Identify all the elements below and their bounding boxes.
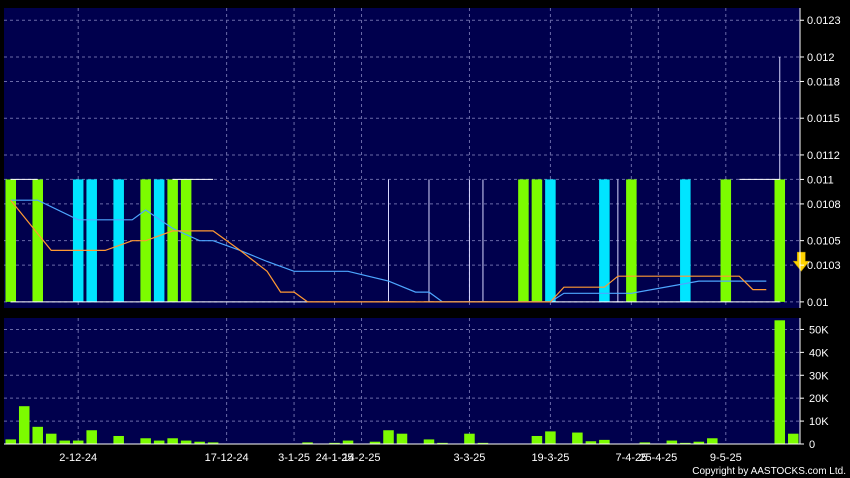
volume-tick-label: 50K bbox=[809, 324, 829, 336]
x-tick-label: 3-1-25 bbox=[278, 452, 310, 464]
price-tick-label: 0.0105 bbox=[807, 236, 841, 248]
volume-bar bbox=[342, 440, 354, 444]
price-tick-label: 0.011 bbox=[807, 174, 834, 186]
volume-bar bbox=[45, 433, 57, 444]
volume-bar bbox=[113, 435, 124, 444]
price-candle-body bbox=[720, 179, 732, 302]
volume-bar bbox=[572, 432, 583, 444]
price-tick-label: 0.0115 bbox=[807, 113, 840, 125]
price-candle-body bbox=[626, 179, 637, 302]
price-tick-label: 0.0103 bbox=[807, 260, 841, 272]
volume-bar bbox=[787, 433, 799, 444]
price-candle-body bbox=[72, 179, 84, 302]
price-tick-label: 0.0118 bbox=[807, 76, 840, 88]
volume-tick-label: 40K bbox=[809, 347, 829, 359]
price-tick-label: 0.0112 bbox=[807, 150, 840, 162]
volume-tick-label: 20K bbox=[809, 393, 829, 405]
volume-bar bbox=[383, 430, 394, 444]
price-tick-label: 0.0108 bbox=[807, 199, 841, 211]
volume-bar bbox=[531, 435, 543, 444]
volume-bar bbox=[396, 433, 408, 444]
volume-tick-label: 10K bbox=[809, 416, 829, 428]
price-candle-body bbox=[167, 179, 178, 302]
volume-bar bbox=[59, 440, 70, 444]
x-tick-label: 9-5-25 bbox=[710, 452, 742, 464]
price-candle-body bbox=[153, 179, 165, 302]
volume-bar bbox=[32, 426, 43, 444]
price-candle-body bbox=[32, 179, 43, 302]
x-tick-label: 19-3-25 bbox=[531, 452, 569, 464]
volume-bar bbox=[18, 406, 30, 444]
x-tick-label: 17-12-24 bbox=[205, 452, 249, 464]
price-tick-label: 0.01 bbox=[807, 297, 828, 309]
price-tick-label: 0.0123 bbox=[807, 15, 841, 27]
price-candle-body bbox=[86, 179, 97, 302]
volume-bar bbox=[5, 439, 17, 444]
price-tick-label: 0.012 bbox=[807, 52, 835, 64]
price-candle-body bbox=[5, 179, 17, 302]
volume-panel bbox=[4, 318, 800, 444]
volume-bar bbox=[167, 438, 178, 444]
x-tick-label: 14-2-25 bbox=[343, 452, 381, 464]
price-candle-body bbox=[531, 179, 543, 302]
volume-bar bbox=[774, 320, 786, 444]
x-tick-label: 2-12-24 bbox=[59, 452, 97, 464]
volume-bar bbox=[545, 431, 556, 444]
price-candle-body bbox=[113, 179, 124, 302]
stock-chart: 0.01 0.0103 0.0105 0.0108 0.011 0.0112 0.0115 0… bbox=[0, 0, 850, 478]
volume-bar bbox=[72, 440, 84, 444]
volume-bar bbox=[140, 438, 151, 444]
price-candle-body bbox=[545, 179, 556, 302]
copyright-text: Copyright by AASTOCKS.com Ltd. bbox=[692, 466, 846, 477]
price-candle-body bbox=[180, 179, 192, 302]
volume-bar bbox=[464, 433, 475, 444]
volume-bar bbox=[153, 440, 165, 444]
price-candle-body bbox=[518, 179, 529, 302]
volume-bar bbox=[423, 439, 435, 444]
volume-bar bbox=[599, 439, 610, 444]
x-tick-label: 25-4-25 bbox=[639, 452, 677, 464]
volume-bar bbox=[707, 438, 718, 444]
volume-bar bbox=[180, 440, 192, 444]
x-tick-label: 3-3-25 bbox=[454, 452, 486, 464]
volume-tick-label: 0 bbox=[809, 439, 815, 451]
price-candle-body bbox=[774, 179, 786, 302]
volume-tick-label: 30K bbox=[809, 370, 829, 382]
volume-bar bbox=[86, 430, 97, 444]
volume-bar bbox=[666, 440, 678, 444]
